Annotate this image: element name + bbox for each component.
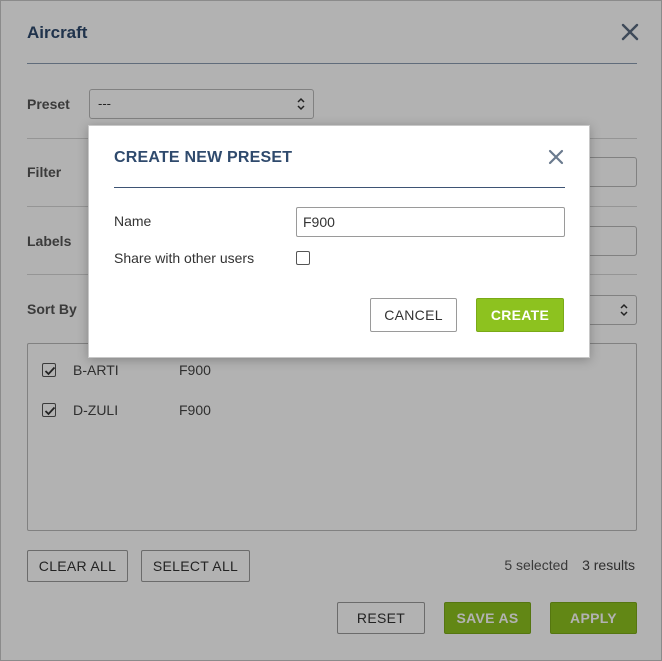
dialog-divider [114,187,565,188]
share-label: Share with other users [114,250,255,266]
create-button[interactable]: CREATE [476,298,564,332]
preset-name-input[interactable] [296,207,565,237]
name-label: Name [114,213,152,229]
create-preset-dialog: CREATE NEW PRESET Name Share with other … [88,125,590,358]
share-checkbox[interactable] [296,251,310,265]
close-icon[interactable] [546,147,566,167]
dialog-title: CREATE NEW PRESET [114,149,293,166]
cancel-button[interactable]: CANCEL [370,298,457,332]
